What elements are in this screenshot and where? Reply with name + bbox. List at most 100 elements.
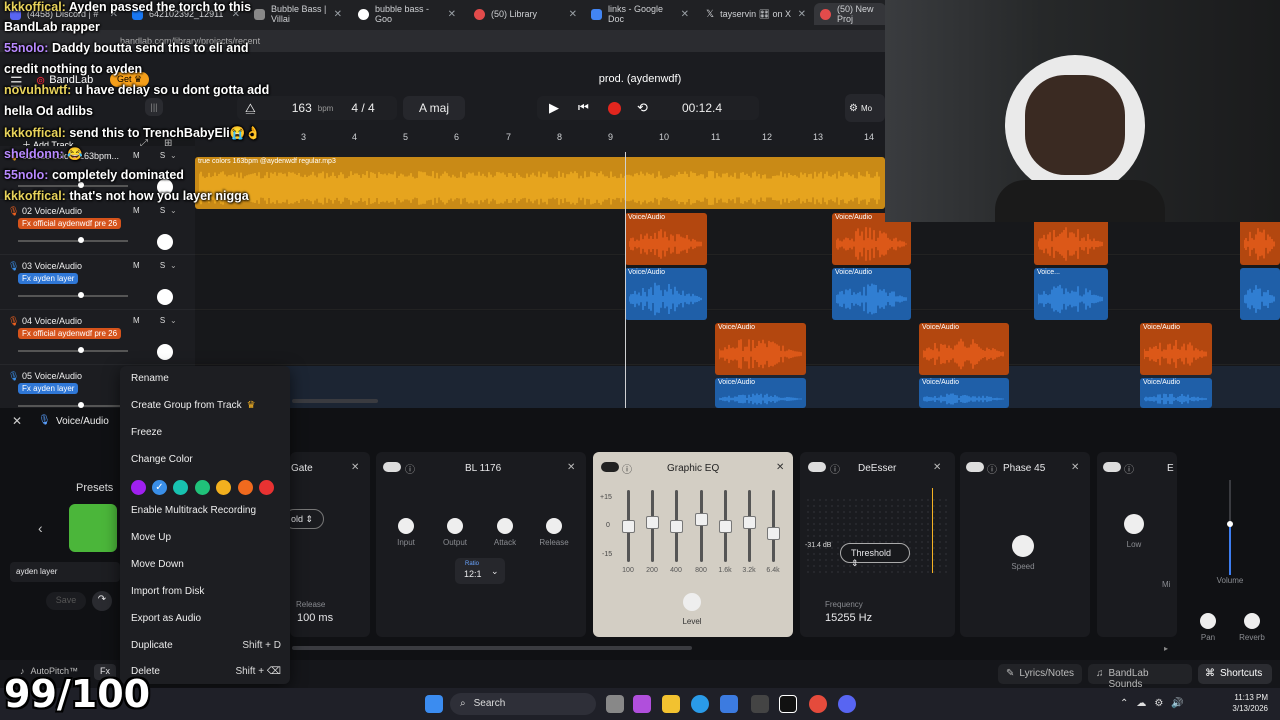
speed-knob[interactable] [1012, 535, 1034, 557]
track-header[interactable]: 🎙 01 true colors 163bpm... M S ⌄ [0, 146, 195, 200]
output-knob[interactable] [447, 518, 463, 534]
close-icon[interactable]: ✕ [334, 9, 342, 20]
rewind-icon[interactable]: ⏮ [578, 100, 589, 115]
track-pan-knob[interactable] [157, 179, 173, 195]
close-fx-panel-icon[interactable]: ✕ [12, 414, 22, 428]
eq-band-track[interactable] [772, 490, 775, 562]
toggle-switch[interactable] [808, 462, 826, 472]
menu-item-duplicate[interactable]: Duplicate Shift + D [131, 640, 281, 651]
track-volume-slider[interactable] [18, 350, 128, 352]
track-name[interactable]: 02 Voice/Audio [22, 206, 82, 216]
close-icon[interactable]: ✕ [776, 462, 784, 473]
eq-band-handle[interactable] [743, 516, 756, 530]
track-name[interactable]: 05 Voice/Audio [22, 371, 82, 381]
track-header[interactable]: 🎙 03 Voice/Audio M S ⌄ Fx ayden layer [0, 256, 195, 310]
browser-tab[interactable]: links - Google Doc ✕ [585, 3, 695, 25]
more-button[interactable]: ⚙ Mo [845, 94, 885, 122]
input-knob[interactable] [398, 518, 414, 534]
loop-icon[interactable]: ⟲ [637, 100, 648, 116]
chevron-down-icon[interactable]: ⌄ [170, 316, 177, 325]
track-header[interactable]: 🎙 04 Voice/Audio M S ⌄ Fx official ayden… [0, 311, 195, 365]
chevron-down-icon[interactable]: ⌄ [170, 151, 177, 160]
volume-slider-handle[interactable] [1227, 521, 1233, 527]
menu-item-rename[interactable]: Rename [131, 373, 281, 384]
eq-level-knob[interactable] [683, 593, 701, 611]
color-swatch-red[interactable] [259, 480, 274, 495]
menu-item-freeze[interactable]: Freeze [131, 427, 281, 438]
track-volume-slider[interactable] [18, 405, 128, 407]
attack-knob[interactable] [497, 518, 513, 534]
pan-knob[interactable] [1200, 613, 1216, 629]
eq-band-handle[interactable] [767, 527, 780, 541]
audio-clip[interactable]: Voice/Audio [715, 323, 806, 375]
track-volume-slider[interactable] [18, 185, 128, 187]
menu-item-export[interactable]: Export as Audio [131, 613, 281, 624]
browser-tab[interactable]: Bubble Bass | Villai ✕ [248, 3, 348, 25]
chrome-icon[interactable] [809, 695, 827, 713]
color-swatch-teal[interactable] [173, 480, 188, 495]
share-icon[interactable]: ↷ [92, 591, 112, 611]
chevron-left-icon[interactable]: ‹ [38, 520, 43, 536]
track-pan-knob[interactable] [157, 289, 173, 305]
track-fx-badge[interactable]: Fx official aydenwdf pre 26 [18, 328, 122, 339]
browser-tab[interactable]: (50) Library ✕ [468, 3, 583, 25]
browser-tab[interactable]: 𝕏tayservin 🎛 on X ✕ [700, 3, 812, 25]
audio-clip[interactable] [1240, 268, 1280, 320]
info-icon[interactable]: ⓘ [405, 461, 415, 476]
track-pan-knob[interactable] [157, 344, 173, 360]
chevron-down-icon[interactable]: ⌄ [170, 206, 177, 215]
volume-slider-handle[interactable] [78, 182, 84, 188]
time-signature[interactable]: 4 / 4 [351, 101, 374, 115]
eq-band-handle[interactable] [695, 512, 708, 526]
audio-clip[interactable]: true colors 163bpm @aydenwdf regular.mp3 [195, 157, 885, 209]
eq-band-handle[interactable] [646, 516, 659, 530]
record-icon[interactable] [608, 102, 621, 115]
color-swatch-blue-selected[interactable]: ✓ [152, 480, 167, 495]
key-select[interactable]: A maj [403, 96, 465, 120]
close-icon[interactable]: ✕ [232, 9, 240, 20]
audio-clip[interactable]: Voice/Audio [919, 378, 1009, 408]
system-tray-icons[interactable]: ⌃☁⚙🔊 [1120, 698, 1192, 709]
track-lane[interactable] [195, 256, 1280, 310]
mixer-icon[interactable]: ||| [145, 98, 163, 116]
toggle-switch[interactable] [1103, 462, 1121, 472]
audio-clip[interactable]: Voice/Audio [1140, 323, 1212, 375]
close-icon[interactable]: ✕ [448, 9, 456, 20]
bandlab-logo[interactable]: ⊚ BandLab [36, 74, 93, 87]
copilot-icon[interactable] [633, 695, 651, 713]
discord-icon[interactable] [838, 695, 856, 713]
eq-band-handle[interactable] [670, 520, 683, 533]
track-fx-badge[interactable]: Fx ayden layer [18, 383, 79, 394]
edge-icon[interactable] [691, 695, 709, 713]
menu-icon[interactable]: ☰ [10, 74, 23, 91]
scroll-right-icon[interactable]: ▸ [1164, 644, 1168, 653]
track-name[interactable]: 03 Voice/Audio [22, 261, 82, 271]
info-icon[interactable]: ⓘ [1124, 461, 1134, 476]
audio-clip[interactable]: Voice/Audio [832, 268, 911, 320]
menu-item-move-up[interactable]: Move Up [131, 532, 281, 543]
mute-solo-buttons[interactable]: M S [133, 261, 174, 270]
save-preset-button[interactable]: Save [46, 592, 86, 610]
toggle-switch[interactable] [601, 462, 619, 472]
menu-item-create-group[interactable]: Create Group from Track ♛ [131, 400, 281, 411]
volume-slider-handle[interactable] [78, 292, 84, 298]
track-header[interactable]: 🎙 02 Voice/Audio M S ⌄ Fx official ayden… [0, 201, 195, 255]
gate-release-value[interactable]: 100 ms [297, 612, 333, 624]
play-icon[interactable]: ▶ [549, 100, 559, 116]
info-icon[interactable]: ⓘ [987, 461, 997, 476]
color-swatch-yellow[interactable] [216, 480, 231, 495]
mute-solo-buttons[interactable]: M S [133, 316, 174, 325]
release-knob[interactable] [546, 518, 562, 534]
audio-clip[interactable]: Voice/Audio [1140, 378, 1212, 408]
gate-threshold-pill[interactable]: old ⇕ [284, 509, 324, 529]
menu-item-import[interactable]: Import from Disk [131, 586, 281, 597]
metronome-icon[interactable]: ⧋ [245, 101, 256, 116]
preset-thumbnail[interactable] [69, 504, 117, 552]
volume-slider-handle[interactable] [78, 347, 84, 353]
info-icon[interactable]: ⓘ [622, 461, 632, 476]
close-icon[interactable]: ✕ [569, 9, 577, 20]
horizontal-scrollbar[interactable] [292, 399, 378, 403]
browser-tab[interactable]: (4458) Discord | # ✕ [4, 3, 124, 25]
browser-tab[interactable]: 642102392_12911 ✕ [126, 3, 246, 25]
track-fx-badge[interactable]: Fx official aydenwdf pre 26 [18, 218, 122, 229]
